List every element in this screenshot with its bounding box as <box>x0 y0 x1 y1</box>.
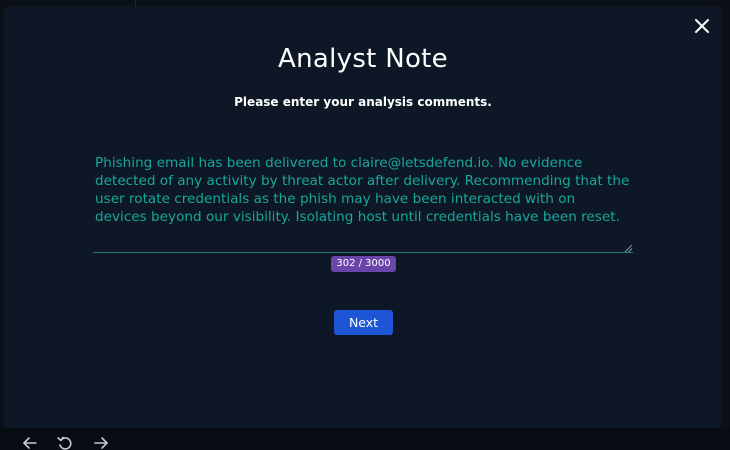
reload-icon[interactable] <box>57 436 73 450</box>
analysis-comments-input[interactable]: Phishing email has been delivered to cla… <box>93 152 633 253</box>
next-button[interactable]: Next <box>334 310 393 335</box>
close-button[interactable] <box>690 14 714 38</box>
character-counter-badge: 302 / 3000 <box>331 256 396 272</box>
modal-subtitle: Please enter your analysis comments. <box>234 95 492 109</box>
arrow-left-icon[interactable] <box>22 436 38 450</box>
modal-title: Analyst Note <box>278 44 448 74</box>
resize-handle-icon[interactable] <box>624 244 633 253</box>
bottom-toolbar <box>0 428 730 449</box>
arrow-right-icon[interactable] <box>93 436 109 450</box>
close-icon <box>695 19 709 33</box>
